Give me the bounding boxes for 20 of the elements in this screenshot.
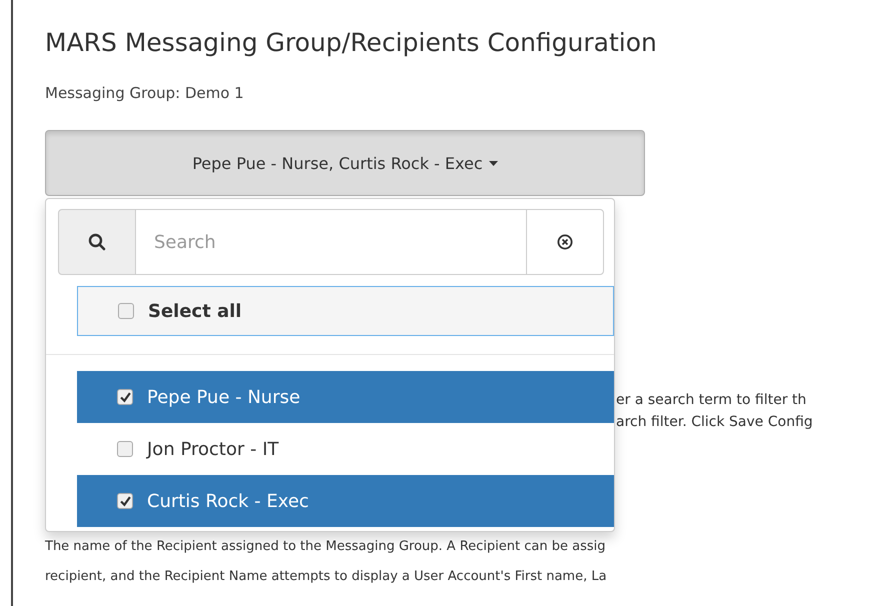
page-title: MARS Messaging Group/Recipients Configuration bbox=[45, 27, 658, 57]
caret-icon bbox=[488, 160, 498, 166]
checkbox[interactable] bbox=[117, 493, 133, 509]
recipients-dropdown-button[interactable]: Pepe Pue - Nurse, Curtis Rock - Exec bbox=[45, 130, 645, 196]
help-text: arch filter. Click Save Config bbox=[616, 413, 814, 432]
clear-icon bbox=[557, 234, 573, 250]
description-text: The name of the Recipient assigned to the Messaging Group. A Recipient can be assig bbox=[45, 538, 606, 556]
help-text: er a search term to filter th bbox=[616, 391, 808, 410]
select-all-option[interactable]: Select all bbox=[77, 286, 614, 336]
search-field[interactable]: Search bbox=[136, 209, 526, 275]
checkbox[interactable] bbox=[118, 303, 134, 319]
group-label: Messaging Group: Demo 1 bbox=[45, 84, 245, 102]
recipient-option[interactable]: Curtis Rock - Exec bbox=[77, 475, 614, 527]
checkbox[interactable] bbox=[117, 441, 133, 457]
clear-search-button[interactable] bbox=[526, 209, 604, 275]
search-icon bbox=[58, 209, 136, 275]
checkbox[interactable] bbox=[117, 389, 133, 405]
description-text: recipient, and the Recipient Name attempts to display a User Account's First name, La bbox=[45, 568, 608, 586]
recipient-option[interactable]: Jon Proctor - IT bbox=[77, 423, 614, 475]
recipient-option[interactable]: Pepe Pue - Nurse bbox=[77, 371, 614, 423]
